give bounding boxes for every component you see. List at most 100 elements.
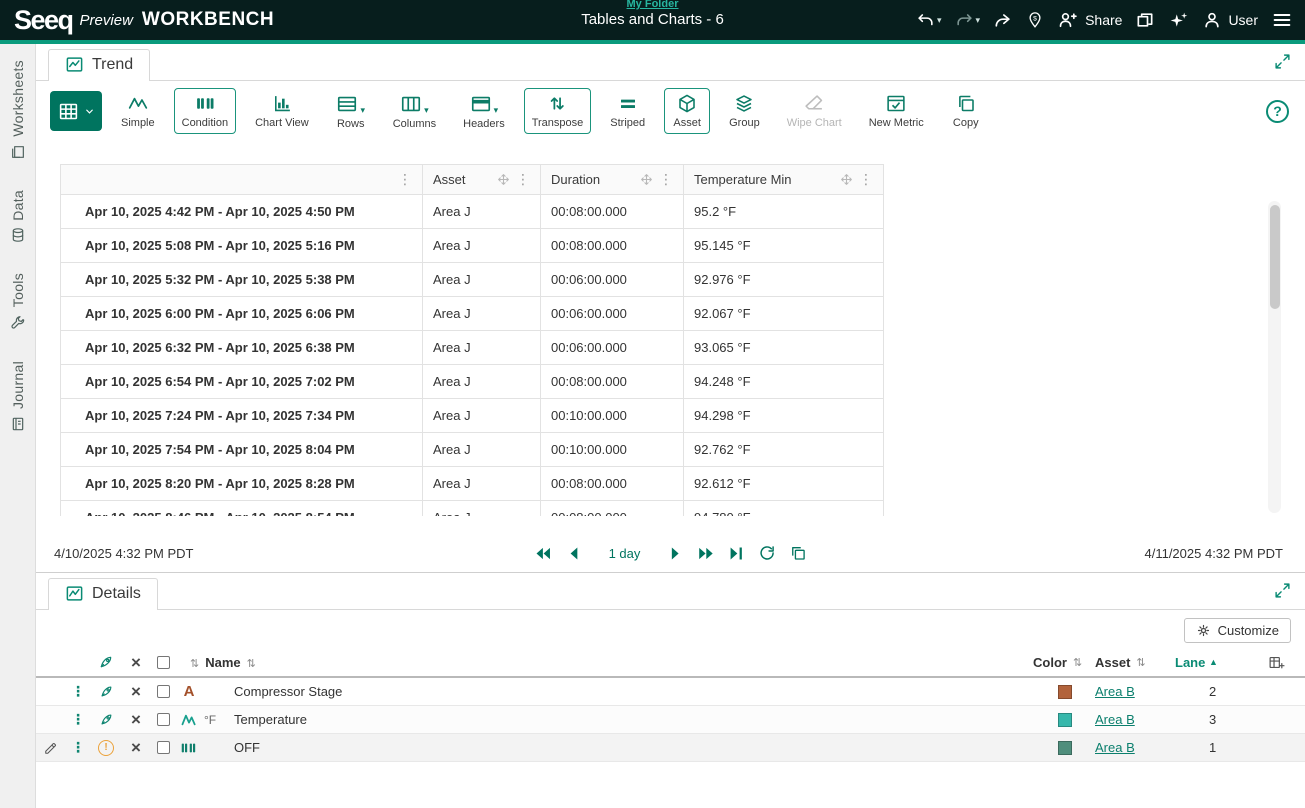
maximize-details-button[interactable] (1274, 582, 1291, 605)
color-column-header[interactable]: Color⇅ (1033, 655, 1095, 670)
remove-all-icon[interactable]: × (131, 654, 141, 671)
table-row[interactable]: Apr 10, 2025 7:54 PM - Apr 10, 2025 8:04… (61, 433, 884, 467)
seeq-logo[interactable]: Seeq (14, 5, 73, 36)
item-menu-icon[interactable]: ⋮ (71, 711, 85, 728)
chevron-down-icon[interactable]: ▾ (937, 15, 942, 26)
step-back-full-button[interactable] (535, 546, 552, 561)
warning-icon[interactable]: ! (98, 740, 114, 756)
forward-worksheet-button[interactable] (993, 10, 1013, 30)
sidebar-item-journal[interactable]: Journal (10, 361, 26, 432)
details-row-temperature[interactable]: ⋮ × °F Temperature Area B 3 (36, 706, 1305, 734)
table-row[interactable]: Apr 10, 2025 5:32 PM - Apr 10, 2025 5:38… (61, 263, 884, 297)
step-forward-full-button[interactable] (697, 546, 714, 561)
ai-assistant-button[interactable] (1168, 10, 1189, 31)
breadcrumb[interactable]: My Folder (581, 0, 724, 10)
redo-button[interactable]: ▾ (955, 11, 981, 30)
range-end-timestamp[interactable]: 4/11/2025 4:32 PM PDT (1144, 546, 1283, 561)
name-column-header[interactable]: ⇅Name⇅ (176, 655, 262, 670)
chevron-down-icon[interactable]: ▾ (976, 15, 981, 26)
open-worksheets-button[interactable] (1135, 10, 1155, 30)
sort-icon[interactable]: ⇅ (1136, 656, 1145, 669)
tab-details[interactable]: Details (48, 578, 158, 610)
customize-button[interactable]: Customize (1184, 618, 1291, 643)
toolbar-button-transpose[interactable]: Transpose (524, 88, 592, 134)
sort-icon[interactable]: ⇅ (190, 658, 199, 670)
color-swatch[interactable] (1058, 685, 1072, 699)
asset-link[interactable]: Area B (1095, 740, 1135, 755)
move-column-icon[interactable] (497, 173, 510, 186)
scrollbar-thumb[interactable] (1270, 205, 1280, 309)
lane-column-header[interactable]: Lane ▲ (1175, 655, 1247, 670)
share-button[interactable]: Share (1057, 10, 1122, 30)
toolbar-button-rows[interactable]: ▾ Rows (328, 88, 374, 134)
maximize-trend-button[interactable] (1274, 53, 1291, 76)
asset-link[interactable]: Area B (1095, 684, 1135, 699)
step-to-now-button[interactable] (729, 546, 744, 561)
range-start-timestamp[interactable]: 4/10/2025 4:32 PM PDT (54, 546, 193, 561)
item-checkbox[interactable] (157, 741, 170, 754)
details-row-off[interactable]: ⋮ ! × OFF Area B 1 (36, 734, 1305, 762)
refresh-button[interactable] (759, 545, 775, 561)
vertical-scrollbar[interactable] (1268, 201, 1281, 513)
sidebar-item-tools[interactable]: Tools (10, 273, 26, 330)
value-search-button[interactable]: $ (1026, 10, 1044, 30)
column-menu-icon[interactable]: ⋮ (859, 171, 873, 188)
asset-swap-all-icon[interactable] (90, 654, 122, 670)
column-menu-icon[interactable]: ⋮ (659, 171, 673, 188)
toolbar-button-columns[interactable]: ▾ Columns (385, 88, 444, 134)
move-column-icon[interactable] (640, 173, 653, 186)
asset-swap-icon[interactable] (90, 712, 122, 727)
asset-swap-icon[interactable] (90, 684, 122, 699)
remove-item-icon[interactable]: × (131, 683, 141, 700)
column-menu-icon[interactable]: ⋮ (516, 171, 530, 188)
step-forward-half-button[interactable] (669, 546, 682, 561)
table-row[interactable]: Apr 10, 2025 7:24 PM - Apr 10, 2025 7:34… (61, 399, 884, 433)
toolbar-button-chart-view[interactable]: Chart View (247, 88, 317, 134)
toolbar-button-group[interactable]: Group (721, 88, 768, 134)
remove-item-icon[interactable]: × (131, 739, 141, 756)
toolbar-button-headers[interactable]: ▾ Headers (455, 88, 513, 134)
table-row[interactable]: Apr 10, 2025 4:42 PM - Apr 10, 2025 4:50… (61, 195, 884, 229)
table-row[interactable]: Apr 10, 2025 8:46 PM - Apr 10, 2025 8:54… (61, 501, 884, 517)
table-type-dropdown-button[interactable] (50, 91, 102, 131)
sort-icon[interactable]: ⇅ (247, 658, 256, 670)
item-checkbox[interactable] (157, 713, 170, 726)
asset-link[interactable]: Area B (1095, 712, 1135, 727)
details-row-compressor-stage[interactable]: ⋮ × A Compressor Stage Area B 2 (36, 678, 1305, 706)
add-column-button[interactable] (1247, 654, 1305, 671)
toolbar-button-simple[interactable]: Simple (113, 88, 163, 134)
table-row[interactable]: Apr 10, 2025 8:20 PM - Apr 10, 2025 8:28… (61, 467, 884, 501)
toolbar-button-new-metric[interactable]: New Metric (861, 88, 932, 134)
remove-item-icon[interactable]: × (131, 711, 141, 728)
step-back-half-button[interactable] (567, 546, 580, 561)
sort-icon[interactable]: ⇅ (1073, 656, 1082, 669)
sidebar-item-data[interactable]: Data (10, 190, 26, 244)
toolbar-button-copy[interactable]: Copy (943, 88, 989, 134)
toolbar-button-wipe-chart[interactable]: Wipe Chart (779, 88, 850, 134)
item-menu-icon[interactable]: ⋮ (71, 683, 85, 700)
toolbar-button-asset[interactable]: Asset (664, 88, 710, 134)
move-column-icon[interactable] (840, 173, 853, 186)
table-row[interactable]: Apr 10, 2025 5:08 PM - Apr 10, 2025 5:16… (61, 229, 884, 263)
asset-column-header[interactable]: Asset⇅ (1095, 655, 1175, 670)
item-menu-icon[interactable]: ⋮ (71, 739, 85, 756)
hamburger-menu-button[interactable] (1271, 9, 1293, 31)
table-row[interactable]: Apr 10, 2025 6:32 PM - Apr 10, 2025 6:38… (61, 331, 884, 365)
color-swatch[interactable] (1058, 713, 1072, 727)
color-swatch[interactable] (1058, 741, 1072, 755)
edit-item-button[interactable] (36, 741, 66, 755)
toolbar-button-condition[interactable]: Condition (174, 88, 236, 134)
table-row[interactable]: Apr 10, 2025 6:00 PM - Apr 10, 2025 6:06… (61, 297, 884, 331)
tab-trend[interactable]: Trend (48, 49, 150, 81)
select-all-checkbox[interactable] (157, 656, 170, 669)
user-menu-button[interactable]: User (1202, 10, 1258, 30)
undo-button[interactable]: ▾ (916, 11, 942, 30)
item-checkbox[interactable] (157, 685, 170, 698)
copy-range-button[interactable] (790, 545, 806, 561)
help-button[interactable]: ? (1266, 100, 1289, 123)
display-range-duration[interactable]: 1 day (609, 546, 641, 561)
table-row[interactable]: Apr 10, 2025 6:54 PM - Apr 10, 2025 7:02… (61, 365, 884, 399)
sidebar-item-worksheets[interactable]: Worksheets (10, 60, 26, 160)
column-menu-icon[interactable]: ⋮ (398, 171, 412, 188)
toolbar-button-striped[interactable]: Striped (602, 88, 653, 134)
